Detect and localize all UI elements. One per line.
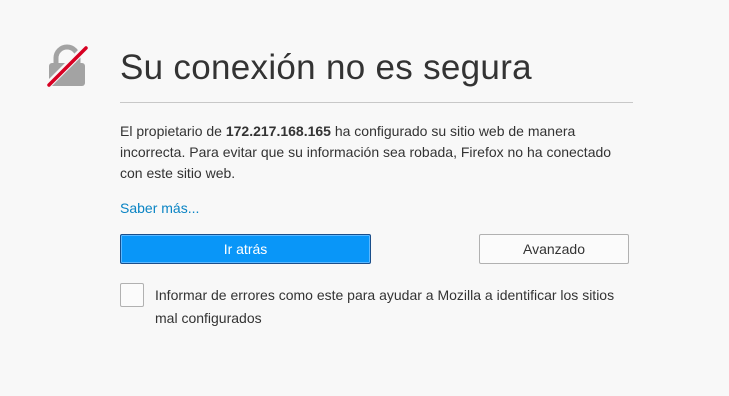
report-errors-label[interactable]: Informar de errores como este para ayuda…	[155, 284, 625, 330]
advanced-button[interactable]: Avanzado	[479, 234, 629, 264]
learn-more-link[interactable]: Saber más...	[120, 199, 199, 217]
cert-error-page: Su conexión no es segura El propietario …	[0, 0, 729, 396]
report-errors-checkbox[interactable]	[120, 283, 144, 307]
host-name: 172.217.168.165	[225, 123, 331, 139]
broken-lock-icon	[46, 44, 88, 88]
description-prefix: El propietario de	[120, 123, 226, 139]
error-description: El propietario de 172.217.168.165 ha con…	[120, 121, 630, 184]
title-divider	[120, 102, 633, 103]
page-title: Su conexión no es segura	[120, 48, 532, 87]
go-back-button[interactable]: Ir atrás	[120, 234, 371, 264]
